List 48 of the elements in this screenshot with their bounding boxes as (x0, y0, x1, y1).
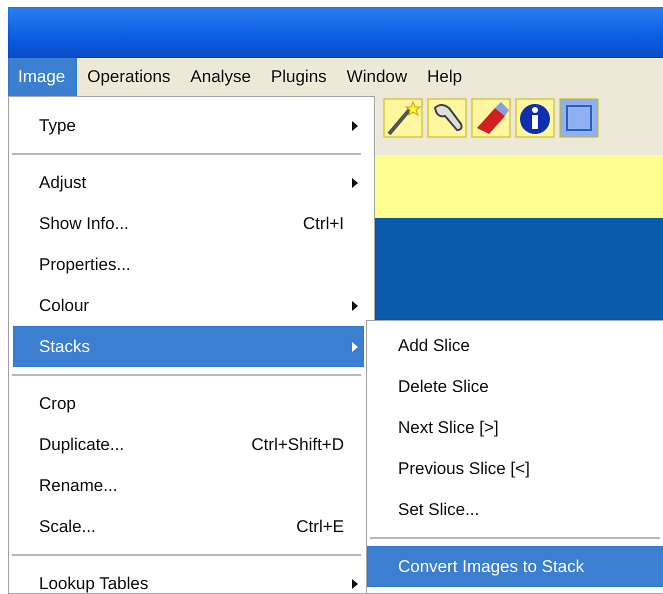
menu-item-label: Adjust (39, 172, 86, 192)
menu-item[interactable]: Type (9, 105, 364, 146)
menu-item-label: Delete Slice (398, 376, 489, 396)
menu-item-label: Stacks (39, 336, 90, 356)
menu-item-label: Lookup Tables (39, 574, 148, 593)
menu-item[interactable]: Duplicate... Ctrl+Shift+D (9, 424, 364, 465)
menu-item-label: Show Info... (39, 214, 129, 234)
menu-item-label: Add Slice (398, 336, 470, 356)
menu-item-label: Next Slice [>] (398, 418, 499, 438)
menu-item-label: Convert Images to Stack (398, 556, 584, 576)
menu-item-label: Properties... (39, 254, 131, 274)
rectangle-select-icon[interactable] (559, 98, 599, 138)
menu-bar-item[interactable]: Plugins (260, 58, 337, 96)
menu-item[interactable]: Lookup Tables (9, 563, 364, 593)
menu-item-label: Colour (39, 296, 90, 316)
menu-item[interactable]: Stacks (13, 326, 364, 367)
menu-item[interactable]: Previous Slice [<] (367, 448, 663, 489)
menu-item[interactable]: Colour (9, 285, 364, 326)
menu-item[interactable]: Crop (9, 383, 364, 424)
menu-bar-item[interactable]: Operations (77, 58, 180, 96)
menu-item[interactable]: Convert Images to Stack (367, 546, 663, 587)
info-icon[interactable] (515, 98, 555, 138)
menu-item-label: Duplicate... (39, 434, 124, 454)
menu-item-label: Rename... (39, 476, 118, 496)
menu-item-label: Crop (39, 394, 76, 414)
menu-item[interactable]: Properties... (9, 244, 364, 285)
menu-bar-item[interactable]: Window (336, 58, 418, 96)
magic-wand-icon[interactable] (383, 98, 423, 138)
menu-item[interactable]: Delete Slice (367, 366, 663, 407)
menu-item[interactable]: Set Slice... (367, 489, 663, 530)
menu-bar-item[interactable]: Image (8, 58, 78, 96)
menu-item-label: Scale... (39, 516, 96, 536)
menu-item-label: Set Slice... (398, 500, 480, 520)
shortcut-label: Ctrl+Shift+D (251, 434, 344, 454)
menu-item[interactable]: Next Slice [>] (367, 407, 663, 448)
menu-bar-item[interactable]: Help (417, 58, 472, 96)
menu-item[interactable]: Rename... (9, 465, 364, 506)
shortcut-label: Ctrl+I (302, 214, 344, 234)
menu-item[interactable]: Adjust (9, 162, 364, 203)
menu-item[interactable]: Scale... Ctrl+E (9, 506, 364, 547)
eraser-icon[interactable] (471, 98, 511, 138)
menu-item[interactable]: Add Slice (367, 325, 663, 366)
menu-item-label: Type (39, 116, 76, 136)
wrench-icon[interactable] (427, 98, 467, 138)
menu-item-label: Previous Slice [<] (398, 458, 530, 478)
menu-bar-item[interactable]: Analyse (180, 58, 261, 96)
shortcut-label: Ctrl+E (296, 516, 344, 536)
menu-item[interactable]: Show Info... Ctrl+I (9, 203, 364, 244)
